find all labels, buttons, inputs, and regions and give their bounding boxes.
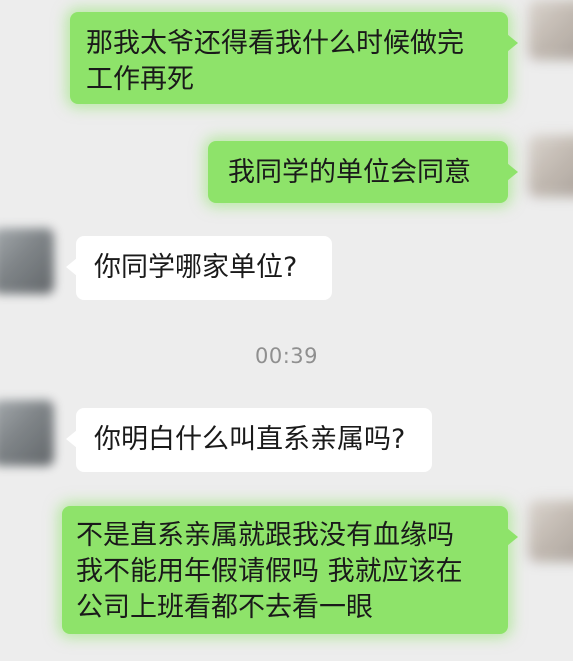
- contact-avatar[interactable]: [0, 400, 54, 466]
- chat-timestamp: 00:39: [254, 344, 319, 368]
- message-bubble-incoming[interactable]: 你同学哪家单位?: [66, 236, 332, 300]
- message-bubble-outgoing[interactable]: 那我太爷还得看我什么时候做完 工作再死: [70, 12, 518, 104]
- message-text-line: 我同学的单位会同意: [228, 157, 471, 188]
- message-text-line: 不是直系亲属就跟我没有血缘吗: [76, 520, 454, 551]
- message-bubble-outgoing[interactable]: 我同学的单位会同意: [208, 141, 518, 203]
- contact-avatar[interactable]: [0, 228, 54, 294]
- self-avatar[interactable]: [528, 135, 573, 197]
- self-avatar[interactable]: [528, 0, 573, 60]
- message-text-line: 你明白什么叫直系亲属吗?: [94, 424, 406, 455]
- message-text-line: 你同学哪家单位?: [94, 252, 298, 283]
- self-avatar[interactable]: [528, 500, 573, 562]
- message-text-line: 工作再死: [86, 64, 194, 95]
- message-bubble-incoming[interactable]: 你明白什么叫直系亲属吗?: [66, 408, 432, 472]
- message-text-line: 我不能用年假请假吗 我就应该在: [76, 556, 463, 587]
- message-bubble-outgoing[interactable]: 不是直系亲属就跟我没有血缘吗 我不能用年假请假吗 我就应该在 公司上班看都不去看…: [62, 506, 518, 634]
- chat-screen: { "messages": [ { "direction": "outgoing…: [0, 0, 573, 661]
- message-text-line: 公司上班看都不去看一眼: [76, 592, 373, 623]
- message-text-line: 那我太爷还得看我什么时候做完: [86, 28, 464, 59]
